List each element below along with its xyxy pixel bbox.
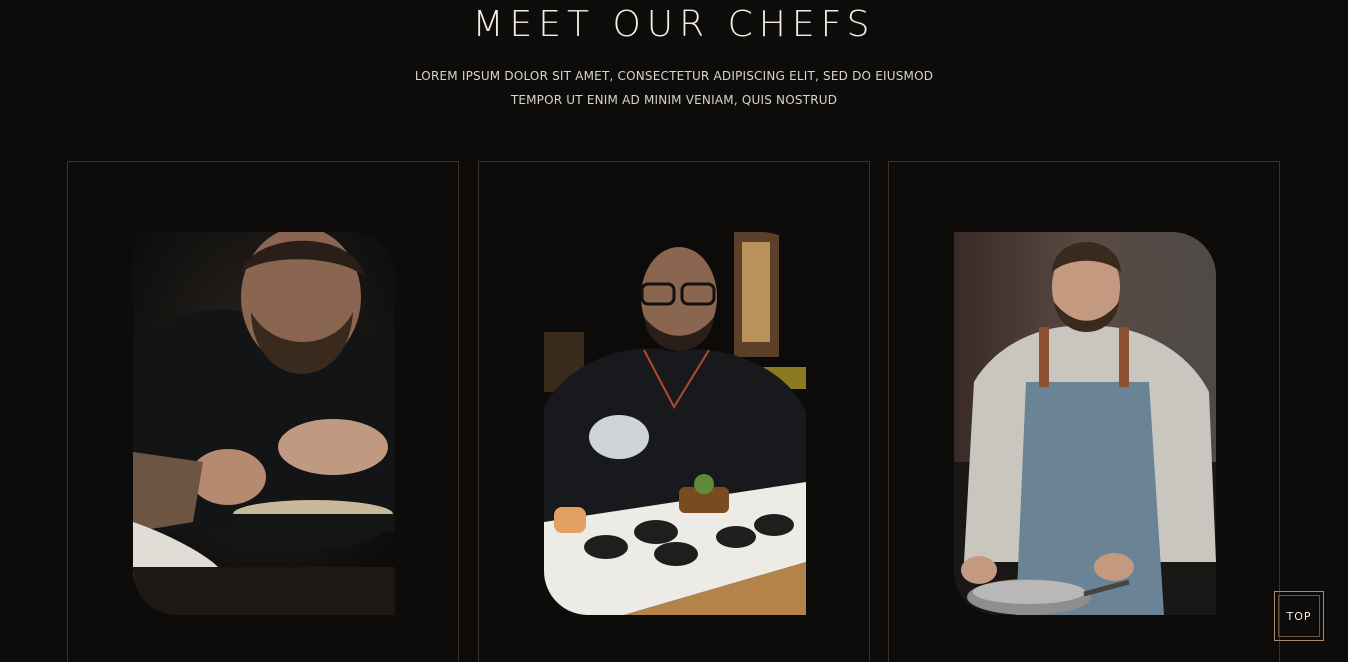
- subtitle-line-1: LOREM IPSUM DOLOR SIT AMET, CONSECTETUR …: [414, 69, 934, 83]
- chef-garnishing-sushi-photo: [544, 232, 806, 615]
- chef-cooking-pan-photo: [954, 232, 1216, 615]
- chef-card-1[interactable]: [67, 161, 459, 662]
- scroll-to-top-label: TOP: [1278, 595, 1320, 637]
- section-subtitle: LOREM IPSUM DOLOR SIT AMET, CONSECTETUR …: [0, 64, 1348, 112]
- subtitle-line-2: TEMPOR UT ENIM AD MINIM VENIAM, QUIS NOS…: [510, 93, 838, 107]
- chef-card-3[interactable]: [888, 161, 1280, 662]
- chefs-section: MEET OUR CHEFS LOREM IPSUM DOLOR SIT AME…: [0, 0, 1348, 662]
- chef-plating-bowl-photo: [133, 232, 395, 615]
- scroll-to-top-button[interactable]: TOP: [1274, 591, 1324, 641]
- section-title: MEET OUR CHEFS: [472, 4, 876, 45]
- chef-card-2[interactable]: [478, 161, 870, 662]
